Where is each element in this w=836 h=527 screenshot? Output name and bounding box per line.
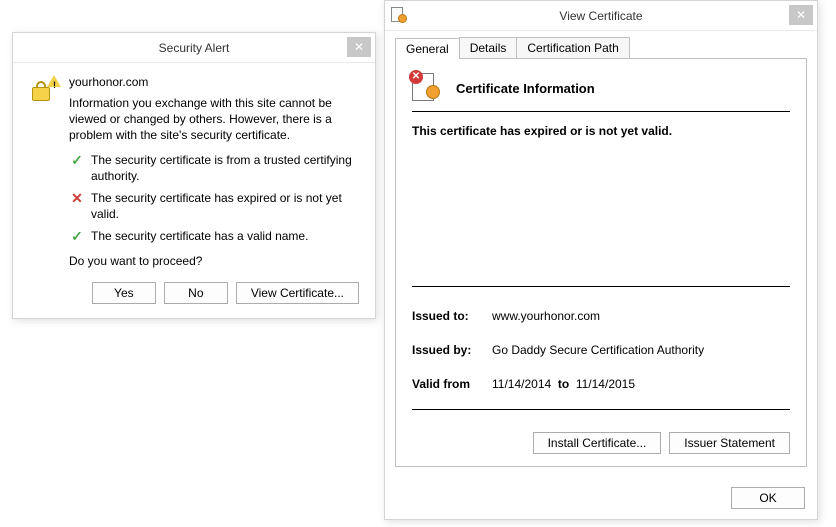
certificate-body: General Details Certification Path ✕ Cer… (385, 31, 817, 477)
checkmark-icon: ✓ (69, 227, 85, 246)
certificate-outer-buttons: OK (385, 477, 817, 519)
yes-button[interactable]: Yes (92, 282, 156, 304)
issuer-statement-button[interactable]: Issuer Statement (669, 432, 790, 454)
view-certificate-button[interactable]: View Certificate... (236, 282, 359, 304)
issued-by-row: Issued by: Go Daddy Secure Certification… (412, 343, 790, 357)
certificate-information-label: Certificate Information (456, 81, 595, 96)
security-alert-body: ! yourhonor.com Information you exchange… (13, 63, 375, 282)
no-button[interactable]: No (164, 282, 228, 304)
check-row: ✕ The security certificate has expired o… (69, 190, 359, 222)
certificate-titlebar: View Certificate ✕ (385, 1, 817, 31)
valid-dates: 11/14/2014 to 11/14/2015 (492, 377, 635, 391)
certificate-expired-message: This certificate has expired or is not y… (412, 124, 790, 138)
close-icon[interactable]: ✕ (347, 37, 371, 57)
issued-by-value: Go Daddy Secure Certification Authority (492, 343, 704, 357)
certificate-title: View Certificate (559, 9, 642, 23)
issued-by-label: Issued by: (412, 343, 492, 357)
valid-from-value: 11/14/2014 (492, 377, 551, 391)
certificate-header: ✕ Certificate Information (412, 73, 790, 103)
divider (412, 111, 790, 112)
security-alert-titlebar: Security Alert ✕ (13, 33, 375, 63)
check-row: ✓ The security certificate is from a tru… (69, 152, 359, 184)
alert-info-text: Information you exchange with this site … (69, 95, 359, 144)
certificate-tabs: General Details Certification Path (395, 37, 807, 58)
check-text: The security certificate has a valid nam… (91, 228, 308, 244)
issued-to-value: www.yourhonor.com (492, 309, 600, 323)
security-alert-dialog: Security Alert ✕ ! yourhonor.com Informa… (12, 32, 376, 319)
check-row: ✓ The security certificate has a valid n… (69, 228, 359, 246)
view-certificate-dialog: View Certificate ✕ General Details Certi… (384, 0, 818, 520)
divider (412, 409, 790, 410)
divider (412, 286, 790, 287)
check-text: The security certificate is from a trust… (91, 152, 359, 184)
check-text: The security certificate has expired or … (91, 190, 359, 222)
close-icon[interactable]: ✕ (789, 5, 813, 25)
alert-domain: yourhonor.com (69, 75, 359, 89)
issued-to-row: Issued to: www.yourhonor.com (412, 309, 790, 323)
checkmark-icon: ✓ (69, 151, 85, 170)
valid-to-value: 11/14/2015 (576, 377, 635, 391)
alert-button-row: Yes No View Certificate... (13, 282, 375, 318)
tab-details[interactable]: Details (459, 37, 518, 58)
tab-panel-general: ✕ Certificate Information This certifica… (395, 58, 807, 467)
valid-from-row: Valid from 11/14/2014 to 11/14/2015 (412, 377, 790, 391)
tab-general[interactable]: General (395, 38, 460, 59)
valid-from-label: Valid from (412, 377, 492, 391)
ok-button[interactable]: OK (731, 487, 805, 509)
valid-to-label: to (558, 377, 569, 391)
security-alert-content: yourhonor.com Information you exchange w… (69, 75, 359, 268)
lock-warning-icon: ! (29, 75, 61, 268)
certificate-window-icon (391, 7, 409, 25)
certificate-inner-buttons: Install Certificate... Issuer Statement (412, 432, 790, 454)
cross-icon: ✕ (69, 189, 85, 208)
certificate-spacer (412, 138, 790, 278)
install-certificate-button[interactable]: Install Certificate... (533, 432, 662, 454)
certificate-error-icon: ✕ (412, 73, 446, 103)
proceed-question: Do you want to proceed? (69, 254, 359, 268)
issued-to-label: Issued to: (412, 309, 492, 323)
security-alert-title: Security Alert (159, 41, 230, 55)
tab-certification-path[interactable]: Certification Path (516, 37, 629, 58)
